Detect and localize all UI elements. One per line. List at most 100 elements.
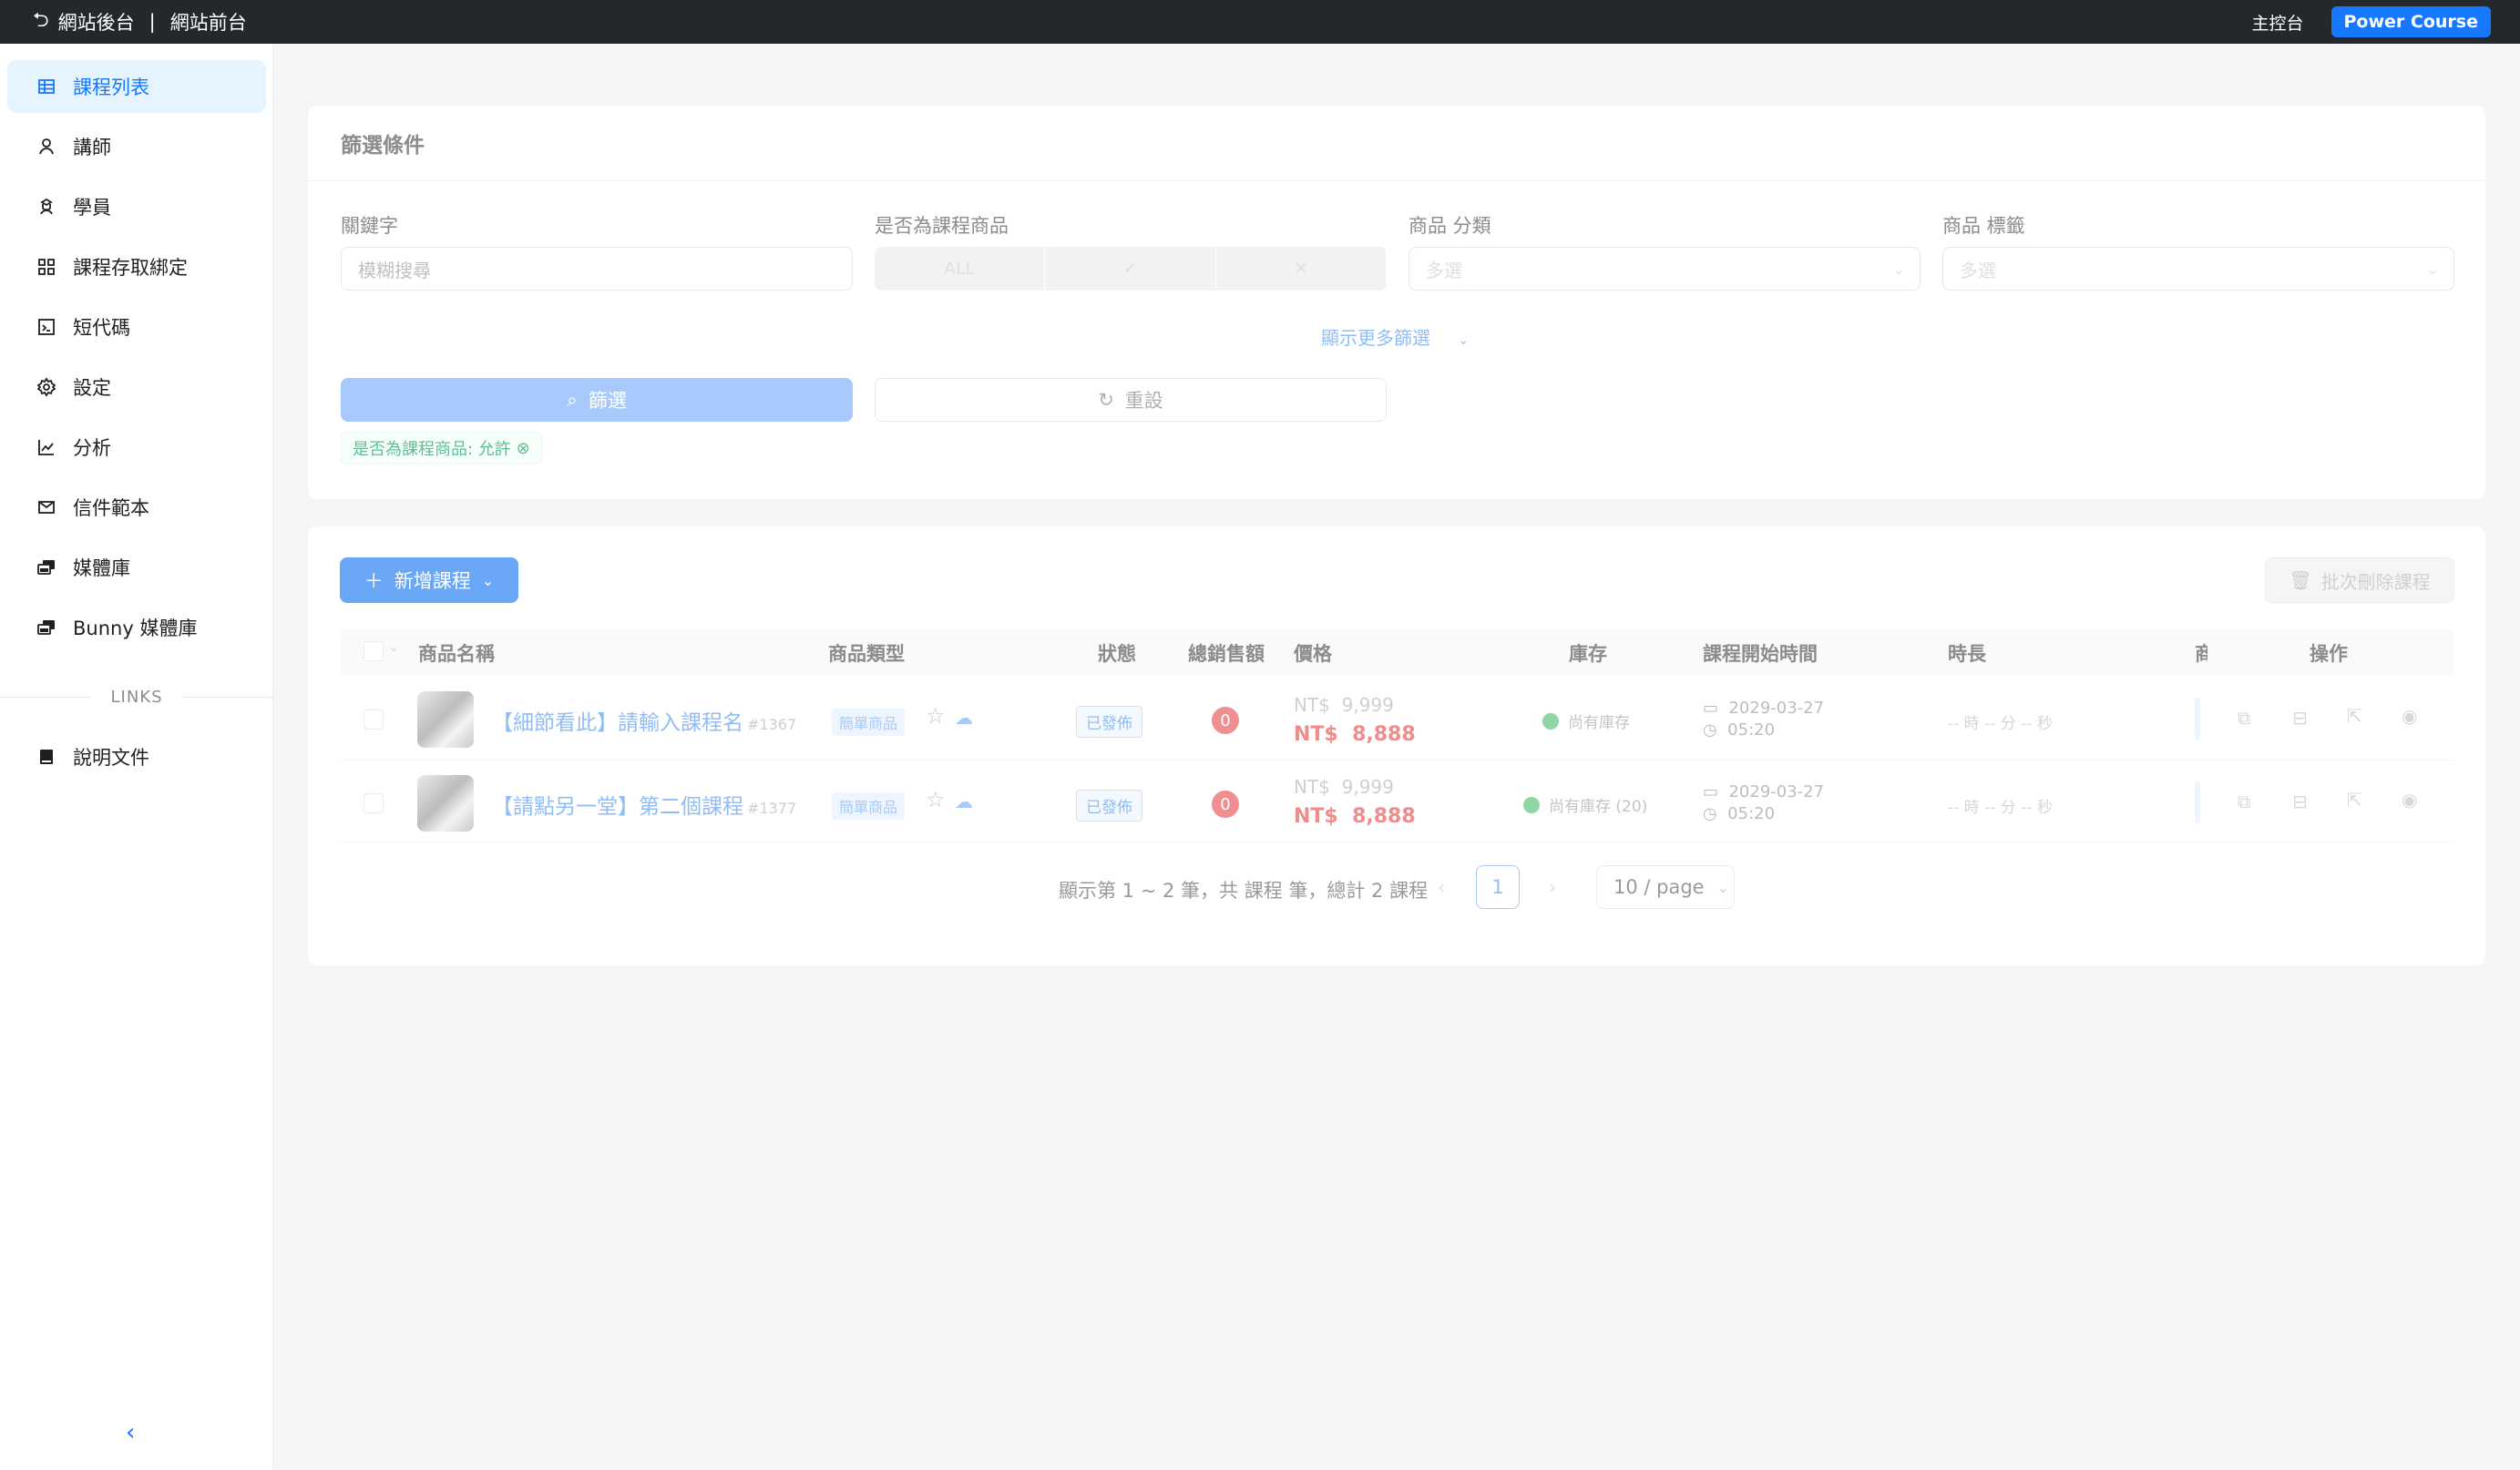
col-truncated[interactable]: 商 bbox=[2195, 639, 2208, 667]
start-date: 2029-03-27 bbox=[1728, 699, 1825, 718]
col-actions[interactable]: 操作 bbox=[2310, 639, 2348, 667]
select-all-checkbox[interactable] bbox=[364, 641, 384, 661]
edit-icon[interactable]: ⇱ bbox=[2347, 789, 2362, 811]
backend-link[interactable]: 網站後台 bbox=[58, 8, 135, 36]
filter-reset-button[interactable]: ↻ 重設 bbox=[875, 378, 1387, 422]
sidebar-item-access-binding[interactable]: 課程存取綁定 bbox=[7, 240, 266, 293]
calendar-icon: ▭ bbox=[1703, 699, 1719, 718]
media-icon bbox=[36, 618, 56, 638]
chevron-down-icon: ⌄ bbox=[1892, 260, 1905, 278]
sidebar-item-email-templates[interactable]: 信件範本 bbox=[7, 481, 266, 534]
course-name[interactable]: 【請點另一堂】第二個課程 #1377 bbox=[492, 789, 796, 820]
row-checkbox[interactable] bbox=[364, 793, 384, 813]
edit-icon[interactable]: ⇱ bbox=[2347, 705, 2362, 727]
option-all[interactable]: ALL bbox=[875, 247, 1046, 291]
add-course-label: 新增課程 bbox=[394, 570, 471, 592]
star-icon[interactable]: ☆ bbox=[926, 787, 946, 812]
table-header bbox=[340, 628, 2453, 676]
course-name[interactable]: 【細節看此】請輸入課程名 #1367 bbox=[492, 705, 796, 736]
sidebar-item-bunny-media[interactable]: Bunny 媒體庫 bbox=[7, 601, 266, 654]
regular-price: NT$ 9,999 bbox=[1294, 776, 1394, 798]
sidebar-item-media-library[interactable]: 媒體庫 bbox=[7, 541, 266, 594]
table-icon bbox=[36, 77, 56, 97]
col-duration[interactable]: 時長 bbox=[1948, 639, 1986, 667]
sale-price: NT$ 8,888 bbox=[1294, 805, 1416, 828]
power-course-button[interactable]: Power Course bbox=[2330, 6, 2491, 37]
sidebar-item-students[interactable]: 學員 bbox=[7, 180, 266, 233]
start-time: ▭ 2029-03-27 ◷ 05:20 bbox=[1703, 781, 1824, 825]
star-icon[interactable]: ☆ bbox=[926, 703, 946, 729]
next-page-button[interactable]: › bbox=[1549, 876, 1556, 898]
col-stock[interactable]: 庫存 bbox=[1569, 639, 1607, 667]
start-clock: 05:20 bbox=[1727, 720, 1776, 740]
sidebar-item-settings[interactable]: 設定 bbox=[7, 361, 266, 413]
price-currency: NT$ bbox=[1294, 776, 1330, 798]
mail-icon bbox=[36, 497, 56, 517]
price-currency: NT$ bbox=[1294, 694, 1330, 716]
col-start-time[interactable]: 課程開始時間 bbox=[1703, 639, 1818, 667]
trash-icon: 🗑 bbox=[2289, 569, 2312, 591]
col-total-sales[interactable]: 總銷售額 bbox=[1188, 639, 1265, 667]
tag-select[interactable]: 多選 ⌄ bbox=[1942, 247, 2454, 291]
sidebar-item-label: 分析 bbox=[73, 437, 111, 459]
regular-price-value: 9,999 bbox=[1341, 776, 1394, 798]
copy-icon[interactable]: ⧉ bbox=[2238, 791, 2250, 812]
keyword-input[interactable]: 模糊搜尋 bbox=[341, 247, 853, 291]
price-currency: NT$ bbox=[1294, 805, 1338, 828]
sidebar-item-label: 學員 bbox=[73, 197, 111, 219]
filter-submit-button[interactable]: ⌕ 篩選 bbox=[341, 378, 853, 422]
status-badge: 已發佈 bbox=[1076, 706, 1142, 738]
student-icon bbox=[36, 197, 56, 217]
category-select[interactable]: 多選 ⌄ bbox=[1409, 247, 1921, 291]
frontend-link[interactable]: 網站前台 bbox=[170, 8, 247, 36]
stock-status: 尚有庫存 bbox=[1542, 709, 1630, 732]
sidebar-item-analytics[interactable]: 分析 bbox=[7, 421, 266, 474]
filter-submit-label: 篩選 bbox=[588, 390, 627, 412]
eye-icon[interactable]: ◉ bbox=[2402, 789, 2417, 811]
col-type[interactable]: 商品類型 bbox=[828, 639, 905, 667]
reload-icon: ↻ bbox=[1098, 389, 1114, 411]
row-checkbox[interactable] bbox=[364, 709, 384, 730]
col-price[interactable]: 價格 bbox=[1294, 639, 1332, 667]
active-filter-tag[interactable]: 是否為課程商品: 允許 ⊗ bbox=[341, 432, 542, 464]
page-size-value: 10 / page bbox=[1613, 876, 1705, 898]
option-yes[interactable]: ✓ bbox=[1045, 247, 1216, 291]
sidebar-item-shortcode[interactable]: 短代碼 bbox=[7, 301, 266, 353]
show-more-filters-link[interactable]: 顯示更多篩選 ⌄ bbox=[1321, 323, 1469, 350]
sidebar-item-course-list[interactable]: 課程列表 bbox=[7, 60, 266, 113]
export-icon[interactable]: ⊟ bbox=[2292, 707, 2308, 729]
sidebar-item-instructors[interactable]: 講師 bbox=[7, 120, 266, 173]
separator: | bbox=[149, 11, 156, 33]
course-thumbnail[interactable] bbox=[417, 775, 474, 832]
page-size-select[interactable]: 10 / page ⌄ bbox=[1596, 865, 1735, 909]
is-course-segmented[interactable]: ALL ✓ ✕ bbox=[875, 247, 1387, 291]
chart-icon bbox=[36, 437, 56, 457]
page-1-button[interactable]: 1 bbox=[1476, 865, 1520, 909]
active-filter-label: 是否為課程商品: 允許 bbox=[353, 440, 511, 459]
row-divider bbox=[340, 760, 2453, 761]
user-icon bbox=[36, 137, 56, 157]
collapse-sidebar-icon[interactable]: ‹ bbox=[126, 1419, 135, 1446]
col-status[interactable]: 狀態 bbox=[1098, 639, 1136, 667]
undo-icon[interactable]: ⮌ bbox=[33, 5, 49, 39]
pagination-summary: 顯示第 1 ~ 2 筆，共 課程 筆，總計 2 課程 bbox=[1059, 880, 1429, 902]
sale-price-value: 8,888 bbox=[1352, 723, 1416, 746]
close-circle-icon[interactable]: ⊗ bbox=[517, 439, 530, 458]
course-thumbnail[interactable] bbox=[417, 691, 474, 748]
category-label: 商品 分類 bbox=[1409, 215, 1491, 237]
dashboard-link[interactable]: 主控台 bbox=[2251, 10, 2303, 35]
option-no[interactable]: ✕ bbox=[1216, 247, 1387, 291]
tag-placeholder: 多選 bbox=[1960, 259, 1996, 281]
sidebar-item-docs[interactable]: 說明文件 bbox=[7, 730, 266, 783]
col-name[interactable]: 商品名稱 bbox=[418, 639, 495, 667]
total-sales-badge: 0 bbox=[1212, 791, 1239, 818]
sidebar-item-label: 信件範本 bbox=[73, 497, 149, 519]
prev-page-button[interactable]: ‹ bbox=[1438, 876, 1445, 898]
chevron-down-icon[interactable]: ⌄ bbox=[387, 638, 399, 655]
export-icon[interactable]: ⊟ bbox=[2292, 791, 2308, 812]
copy-icon[interactable]: ⧉ bbox=[2238, 707, 2250, 729]
add-course-button[interactable]: ＋ 新增課程 ⌄ bbox=[340, 557, 518, 603]
eye-icon[interactable]: ◉ bbox=[2402, 705, 2417, 727]
bulk-delete-button[interactable]: 🗑 批次刪除課程 bbox=[2265, 557, 2454, 603]
course-id: #1377 bbox=[747, 800, 797, 817]
